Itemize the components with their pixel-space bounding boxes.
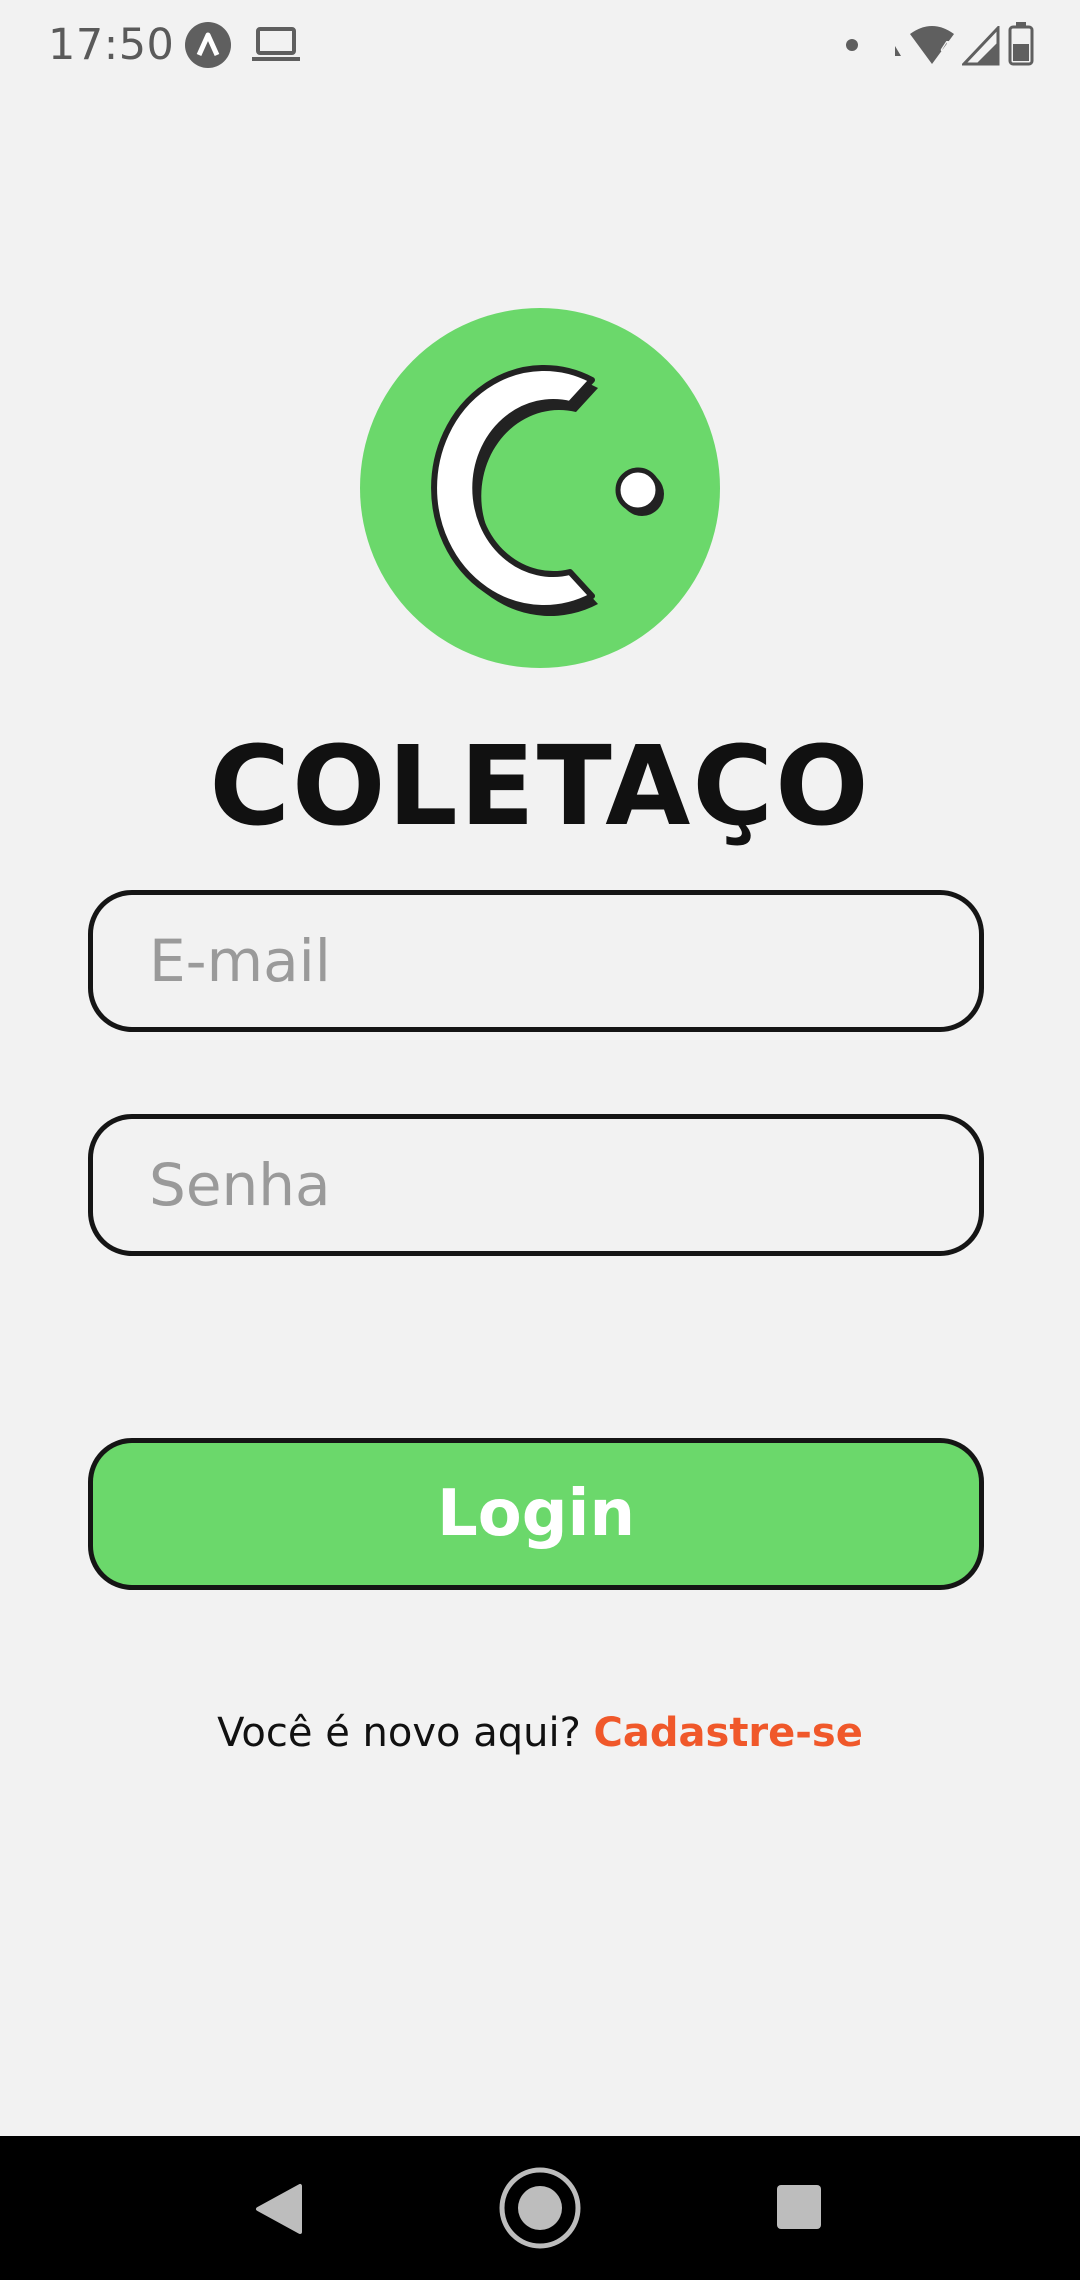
battery-icon — [1008, 22, 1034, 66]
signup-prompt-text: Você é novo aqui? — [217, 1710, 581, 1756]
signup-prompt: Você é novo aqui? Cadastre-se — [0, 1710, 1080, 1756]
laptop-icon — [252, 27, 300, 61]
navigation-bar — [0, 2136, 1080, 2280]
dot-icon — [846, 39, 858, 51]
wifi-icon: 4 — [895, 26, 954, 64]
svg-text:4: 4 — [940, 38, 951, 59]
coletaco-logo-icon — [360, 308, 720, 668]
password-field-container — [88, 1114, 984, 1256]
login-button-label: Login — [436, 1477, 636, 1551]
back-icon[interactable] — [254, 2182, 304, 2236]
recents-icon[interactable] — [776, 2184, 822, 2230]
email-input[interactable] — [93, 895, 979, 1027]
status-time: 17:50 — [48, 20, 175, 70]
login-button[interactable]: Login — [88, 1438, 984, 1590]
status-bar: 17:50 4 — [0, 0, 1080, 92]
app-title: COLETAÇO — [209, 722, 871, 850]
app-notification-icon — [185, 22, 231, 68]
signal-icon — [962, 26, 1000, 66]
signup-link[interactable]: Cadastre-se — [594, 1710, 863, 1756]
password-input[interactable] — [93, 1119, 979, 1251]
home-icon[interactable] — [498, 2166, 582, 2250]
email-field-container — [88, 890, 984, 1032]
